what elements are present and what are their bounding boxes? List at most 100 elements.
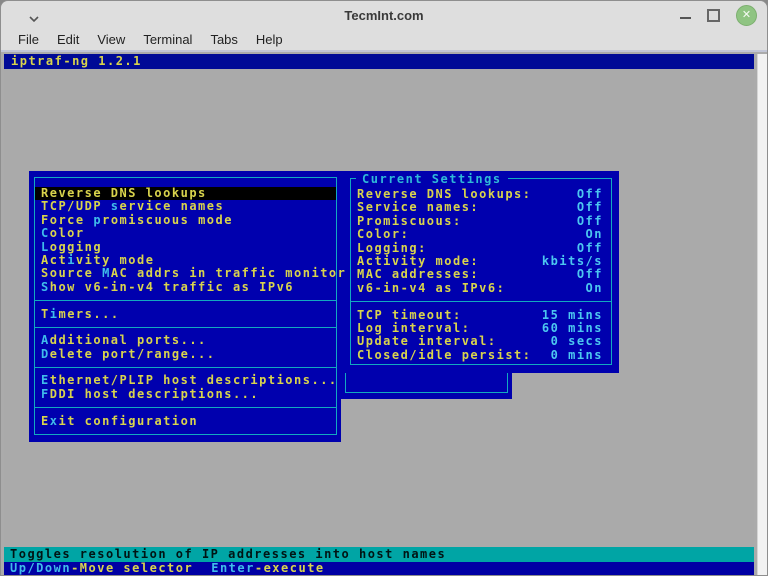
menu-separator [35, 361, 336, 374]
window-titlebar[interactable]: TecmInt.com ✕ [1, 1, 767, 29]
setting-value: Off [577, 201, 603, 214]
menu-item-label: romiscuous mode [102, 213, 233, 227]
setting-row: Color:On [351, 228, 611, 241]
menu-item-hotkey: C [41, 226, 50, 240]
menu-item-source-mac[interactable]: Source MAC addrs in traffic monitor [35, 267, 336, 280]
terminal-scrollbar[interactable] [757, 54, 767, 575]
setting-row: MAC addresses:Off [351, 268, 611, 281]
setting-row: Promiscuous: Off [351, 215, 611, 228]
setting-label: Activity mode: [357, 255, 479, 268]
menu-item-reverse-dns[interactable]: Reverse DNS lookups [35, 187, 336, 200]
setting-value: 15 mins [542, 309, 603, 322]
menu-item-hotkey: F [41, 387, 50, 401]
menu-item-hotkey: p [93, 213, 102, 227]
menu-view[interactable]: View [88, 32, 134, 47]
menu-item-label: ervice names [120, 199, 225, 213]
current-settings-panel: Current Settings Reverse DNS lookups:Off… [341, 171, 619, 373]
setting-label: Logging: [357, 242, 427, 255]
iptraf-header: iptraf-ng 1.2.1 [4, 54, 754, 69]
setting-value: Off [577, 215, 603, 228]
menu-item-activity-mode[interactable]: Activity mode [35, 254, 336, 267]
current-settings-title: Current Settings [356, 172, 508, 186]
menu-item-hotkey: M [102, 266, 111, 280]
menu-item-fddi-descriptions[interactable]: FDDI host descriptions... [35, 388, 336, 401]
setting-row: v6-in-v4 as IPv6:On [351, 282, 611, 295]
menu-tabs[interactable]: Tabs [201, 32, 246, 47]
setting-value: 0 mins [551, 349, 603, 362]
setting-row: Service names: Off [351, 201, 611, 214]
updown-key-hint: Up/Down [10, 561, 71, 575]
menu-item-label: Source [41, 266, 102, 280]
menu-item-ethernet-descriptions[interactable]: Ethernet/PLIP host descriptions... [35, 374, 336, 387]
menu-separator [35, 401, 336, 414]
separator-line [35, 367, 336, 368]
setting-label: Closed/idle persist: [357, 349, 532, 362]
menu-item-promiscuous[interactable]: Force promiscuous mode [35, 214, 336, 227]
current-settings-border: Current Settings Reverse DNS lookups:Off… [350, 178, 612, 365]
menu-item-label: DDI host descriptions... [50, 387, 259, 401]
setting-label: Update interval: [357, 335, 497, 348]
terminal-screen: iptraf-ng 1.2.1 Current Settings Reverse… [4, 54, 754, 575]
setting-row: Update interval:0 secs [351, 335, 611, 348]
window-title: TecmInt.com [1, 8, 767, 23]
menu-help[interactable]: Help [247, 32, 292, 47]
menu-edit[interactable]: Edit [48, 32, 88, 47]
menu-separator [35, 321, 336, 334]
setting-row: Reverse DNS lookups:Off [351, 188, 611, 201]
menu-item-label: thernet/PLIP host descriptions... [50, 373, 338, 387]
key-hint-bar: Up/Down-Move selector Enter-execute [4, 562, 754, 575]
config-menu-border: Reverse DNS lookups TCP/UDP service name… [34, 177, 337, 435]
maximize-button[interactable] [707, 9, 720, 22]
setting-row: Log interval: 60 mins [351, 322, 611, 335]
setting-row: Logging: Off [351, 242, 611, 255]
menu-separator [35, 294, 336, 307]
separator-line [35, 327, 336, 328]
setting-label: Promiscuous: [357, 215, 462, 228]
menu-item-exit-configuration[interactable]: Exit configuration [35, 415, 336, 428]
menu-item-label: ogging [50, 240, 102, 254]
menu-item-label: Reverse DNS lookups [41, 186, 207, 200]
menu-item-service-names[interactable]: TCP/UDP service names [35, 200, 336, 213]
menu-item-hotkey: i [67, 253, 76, 267]
separator-line [35, 300, 336, 301]
setting-row: TCP timeout: 15 mins [351, 309, 611, 322]
setting-label: MAC addresses: [357, 268, 479, 281]
menu-item-delete-port[interactable]: Delete port/range... [35, 348, 336, 361]
close-button[interactable]: ✕ [736, 5, 757, 26]
menu-item-label: elete port/range... [50, 347, 216, 361]
setting-label: Service names: [357, 201, 479, 214]
menu-item-label: mers... [58, 307, 119, 321]
menu-item-hotkey: S [41, 280, 50, 294]
menu-item-logging[interactable]: Logging [35, 241, 336, 254]
menu-item-timers[interactable]: Timers... [35, 308, 336, 321]
separator-line [35, 407, 336, 408]
setting-row: Closed/idle persist: 0 mins [351, 349, 611, 362]
separator-line [351, 301, 611, 302]
setting-value: Off [577, 242, 603, 255]
status-description-bar: Toggles resolution of IP addresses into … [4, 547, 754, 562]
menu-bar: File Edit View Terminal Tabs Help [1, 29, 767, 52]
menu-item-label: dditional ports... [50, 333, 207, 347]
setting-label: TCP timeout: [357, 309, 462, 322]
setting-label: Log interval: [357, 322, 470, 335]
menu-item-additional-ports[interactable]: Additional ports... [35, 334, 336, 347]
menu-item-hotkey: E [41, 373, 50, 387]
menu-item-v6-in-v4[interactable]: Show v6-in-v4 traffic as IPv6 [35, 281, 336, 294]
menu-item-label: olor [50, 226, 85, 240]
current-settings-rows: Reverse DNS lookups:Off Service names: Of… [351, 188, 611, 362]
menu-item-label: Act [41, 253, 67, 267]
minimize-button[interactable] [680, 17, 691, 19]
setting-value: 60 mins [542, 322, 603, 335]
updown-key-desc: -Move selector [71, 561, 193, 575]
menu-item-hotkey: s [111, 199, 120, 213]
setting-label: v6-in-v4 as IPv6: [357, 282, 505, 295]
enter-key-hint: Enter [211, 561, 255, 575]
menu-file[interactable]: File [9, 32, 48, 47]
terminal-window: TecmInt.com ✕ File Edit View Terminal Ta… [0, 0, 768, 576]
enter-key-desc: -execute [255, 561, 325, 575]
menu-terminal[interactable]: Terminal [134, 32, 201, 47]
menu-item-label: it configuration [58, 414, 198, 428]
menu-item-hotkey: D [41, 347, 50, 361]
config-menu-panel: Reverse DNS lookups TCP/UDP service name… [29, 171, 341, 442]
menu-item-color[interactable]: Color [35, 227, 336, 240]
